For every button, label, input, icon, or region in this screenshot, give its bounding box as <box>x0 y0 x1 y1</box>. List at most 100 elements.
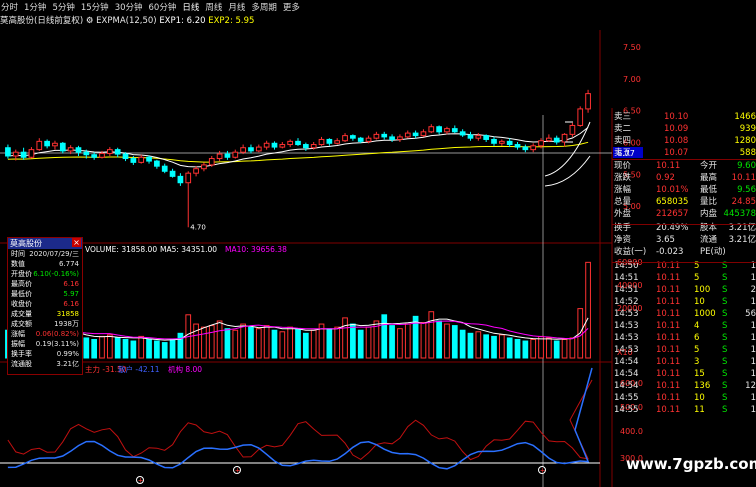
candle-body <box>279 144 286 148</box>
volume-bar <box>467 332 474 359</box>
quote-row: 14:54 10.11 15 S 1 <box>612 368 756 380</box>
stat-value: 658035 <box>656 197 689 207</box>
volume-bar <box>216 320 223 359</box>
order-label: 卖二 <box>614 124 632 134</box>
candle-body <box>263 142 270 148</box>
quote-row: 涨幅 10.01% 最低 9.56 <box>612 184 756 196</box>
stat-label: 涨幅 <box>614 185 632 195</box>
candle-body <box>161 165 168 172</box>
trade-count: 1 <box>750 333 756 343</box>
volume-bar <box>122 338 129 359</box>
stat-value: 445378 <box>723 209 756 219</box>
trade-side: S <box>722 321 728 331</box>
candle-body <box>208 158 215 166</box>
trade-price: 10.11 <box>656 321 681 331</box>
volume-ma10: MA10: 39656.38 <box>225 245 287 254</box>
candle-body <box>546 137 552 142</box>
candle-body <box>248 147 254 152</box>
trade-side: S <box>722 393 728 403</box>
candle-body <box>381 133 388 138</box>
trade-count: 1 <box>750 345 756 355</box>
order-volume: 939 <box>739 124 756 134</box>
info-row: 开盘价 6.10(-0.16%) <box>8 269 82 279</box>
info-row-value: 2020/07/29/三 <box>29 250 79 258</box>
trade-count: 12 <box>745 381 756 391</box>
info-row-value: 6.10(-0.16%) <box>33 270 79 278</box>
candle-body <box>357 137 364 142</box>
candle-body <box>271 142 278 148</box>
info-row: 成交额 1938万 <box>8 319 82 329</box>
stat-value: 9.60 <box>737 161 756 171</box>
info-row-value: 5.97 <box>63 290 79 298</box>
quote-row: 净资 3.65 流通 3.21亿 <box>612 234 756 246</box>
quote-row: 14:53 10.11 6 S 1 <box>612 332 756 344</box>
stat-label: 今开 <box>700 161 718 171</box>
candle-body <box>232 151 239 158</box>
candle-body <box>185 172 192 184</box>
quote-panel: 卖三 10.10 1466 卖二 10.09 939 卖四 10.08 1280 卖五 10.07 5… <box>612 108 756 487</box>
candle-body <box>561 133 568 143</box>
candle-body <box>498 140 505 144</box>
candle-body <box>83 151 90 156</box>
order-volume: 1280 <box>734 136 756 146</box>
stat-value: 3.21亿 <box>728 235 756 245</box>
stat-value: 10.01% <box>656 185 689 195</box>
candle-body <box>436 126 442 133</box>
trade-volume: 4 <box>694 321 700 331</box>
candle-body <box>585 93 591 110</box>
quote-row: 14:51 10.11 5 S 1 <box>612 272 756 284</box>
quote-row: 卖二 10.09 939 <box>612 123 756 135</box>
candle-body <box>12 151 19 157</box>
close-icon[interactable]: × <box>72 238 81 247</box>
order-price: 10.10 <box>664 112 689 122</box>
candle-body <box>404 132 411 138</box>
info-row-label: 振幅 <box>11 340 25 348</box>
candle-body <box>530 145 537 151</box>
info-popup-title: 莫高股份 <box>8 238 82 249</box>
trade-time: 14:55 <box>614 393 639 403</box>
candle-body <box>444 128 450 133</box>
stat-label: 量比 <box>700 197 718 207</box>
candle-body <box>193 168 199 174</box>
volume-bar <box>248 326 254 359</box>
trade-count: 1 <box>750 273 756 283</box>
candle-body <box>224 153 231 158</box>
trade-price: 10.11 <box>656 333 681 343</box>
volume-bar <box>130 340 137 359</box>
volume-bar <box>154 340 160 359</box>
quote-row: 14:53 10.11 1000 S 56 <box>612 308 756 320</box>
info-row-label: 最高价 <box>11 280 32 288</box>
volume-bar <box>561 338 568 359</box>
candle-body <box>75 147 82 153</box>
volume-bar <box>404 323 411 359</box>
trade-time: 14:54 <box>614 357 639 367</box>
info-row: 最高价 6.16 <box>8 279 82 289</box>
candle-body <box>491 138 497 144</box>
trade-side: S <box>722 369 728 379</box>
trade-price: 10.11 <box>656 297 681 307</box>
quote-row: 现价 10.11 今开 9.60 <box>612 160 756 172</box>
signal-marker-symbol: + <box>235 467 241 475</box>
candle-body <box>5 147 11 157</box>
info-row-value: 31858 <box>56 310 79 318</box>
volume-bar <box>342 317 348 359</box>
stat-label: 流通 <box>700 235 718 245</box>
stat-value: 24.85 <box>731 197 756 207</box>
info-row-label: 涨幅 <box>11 330 25 338</box>
trade-count: 1 <box>750 405 756 415</box>
exp1-line <box>7 127 589 168</box>
order-price: 10.09 <box>664 124 689 134</box>
trade-count: 1 <box>750 369 756 379</box>
indicator-retail: 散户 -42.11 <box>118 364 160 374</box>
candle-body <box>373 133 380 139</box>
candle-body <box>420 131 427 137</box>
info-row-label: 数值 <box>11 260 25 268</box>
order-volume: 1466 <box>734 112 756 122</box>
trade-volume: 5 <box>694 345 700 355</box>
order-price: 10.08 <box>664 136 689 146</box>
panel-divider <box>612 159 756 160</box>
quote-row: 卖三 10.10 1466 <box>612 111 756 123</box>
volume-bar <box>350 323 356 359</box>
info-row-label: 换手率 <box>11 350 32 358</box>
volume-bar <box>326 328 333 359</box>
